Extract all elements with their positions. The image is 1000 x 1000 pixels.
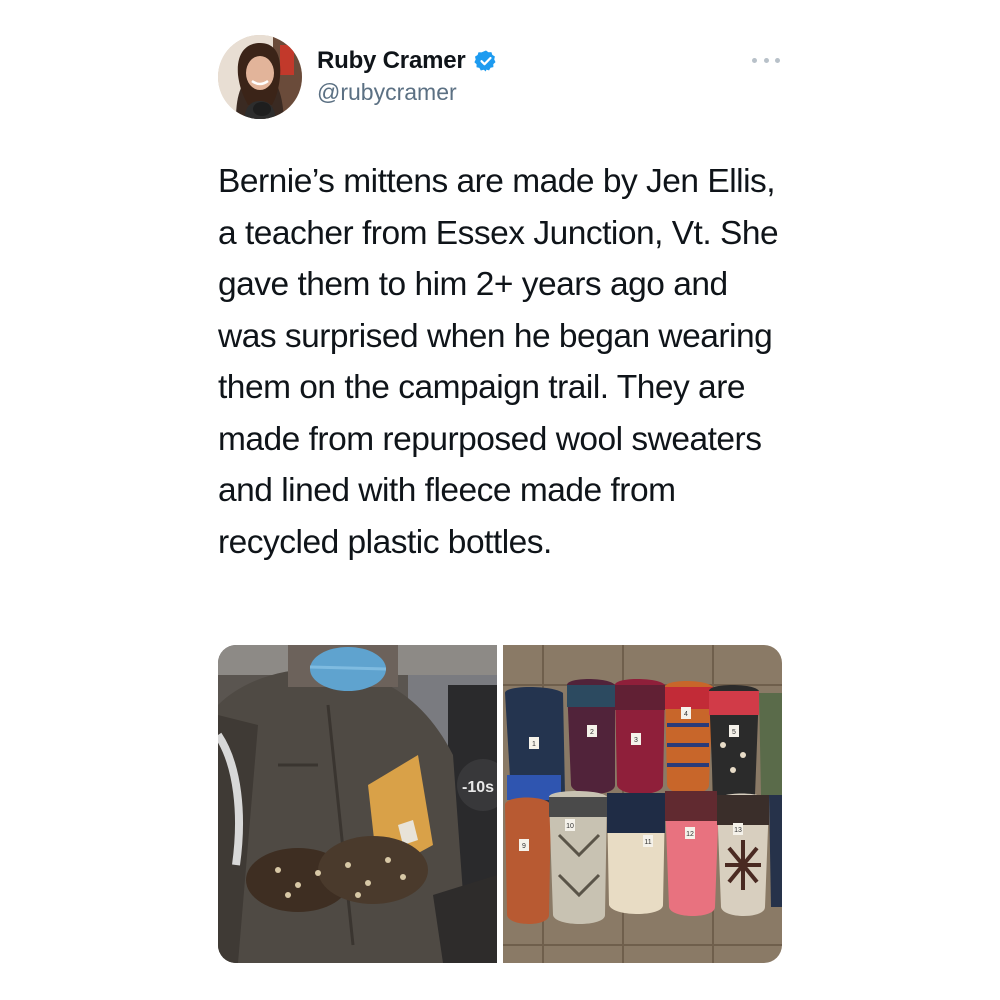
- more-options-icon[interactable]: [752, 50, 780, 70]
- tweet: Ruby Cramer @rubycramer Bernie’s mittens…: [0, 0, 1000, 1000]
- dot-icon: [763, 57, 769, 63]
- video-skip-label: -10s: [462, 779, 494, 796]
- tag-number: 10: [566, 823, 574, 830]
- verified-badge-icon: [473, 49, 498, 73]
- tag-number: 3: [634, 737, 638, 744]
- tag-number: 4: [684, 711, 688, 718]
- dot-icon: [775, 57, 780, 63]
- tweet-media: -10s 1 2 3 4 5 9 10 11 12 13: [218, 645, 782, 963]
- author-avatar[interactable]: [218, 35, 302, 119]
- author-handle[interactable]: @rubycramer: [317, 78, 457, 106]
- tag-number: 1: [532, 741, 536, 748]
- tag-number: 11: [644, 839, 651, 846]
- author-display-name[interactable]: Ruby Cramer: [317, 46, 466, 76]
- tag-number: 5: [732, 729, 736, 736]
- author-name-row: Ruby Cramer: [317, 46, 498, 76]
- dot-icon: [752, 57, 757, 63]
- tag-number: 9: [522, 843, 526, 850]
- tag-number: 13: [734, 827, 742, 834]
- tag-number: 2: [590, 729, 594, 736]
- media-photo-mittens[interactable]: 1 2 3 4 5 9 10 11 12 13: [503, 645, 782, 963]
- tag-number: 12: [686, 831, 694, 838]
- tweet-text: Bernie’s mittens are made by Jen Ellis, …: [218, 163, 779, 561]
- media-photo-person[interactable]: -10s: [218, 645, 497, 963]
